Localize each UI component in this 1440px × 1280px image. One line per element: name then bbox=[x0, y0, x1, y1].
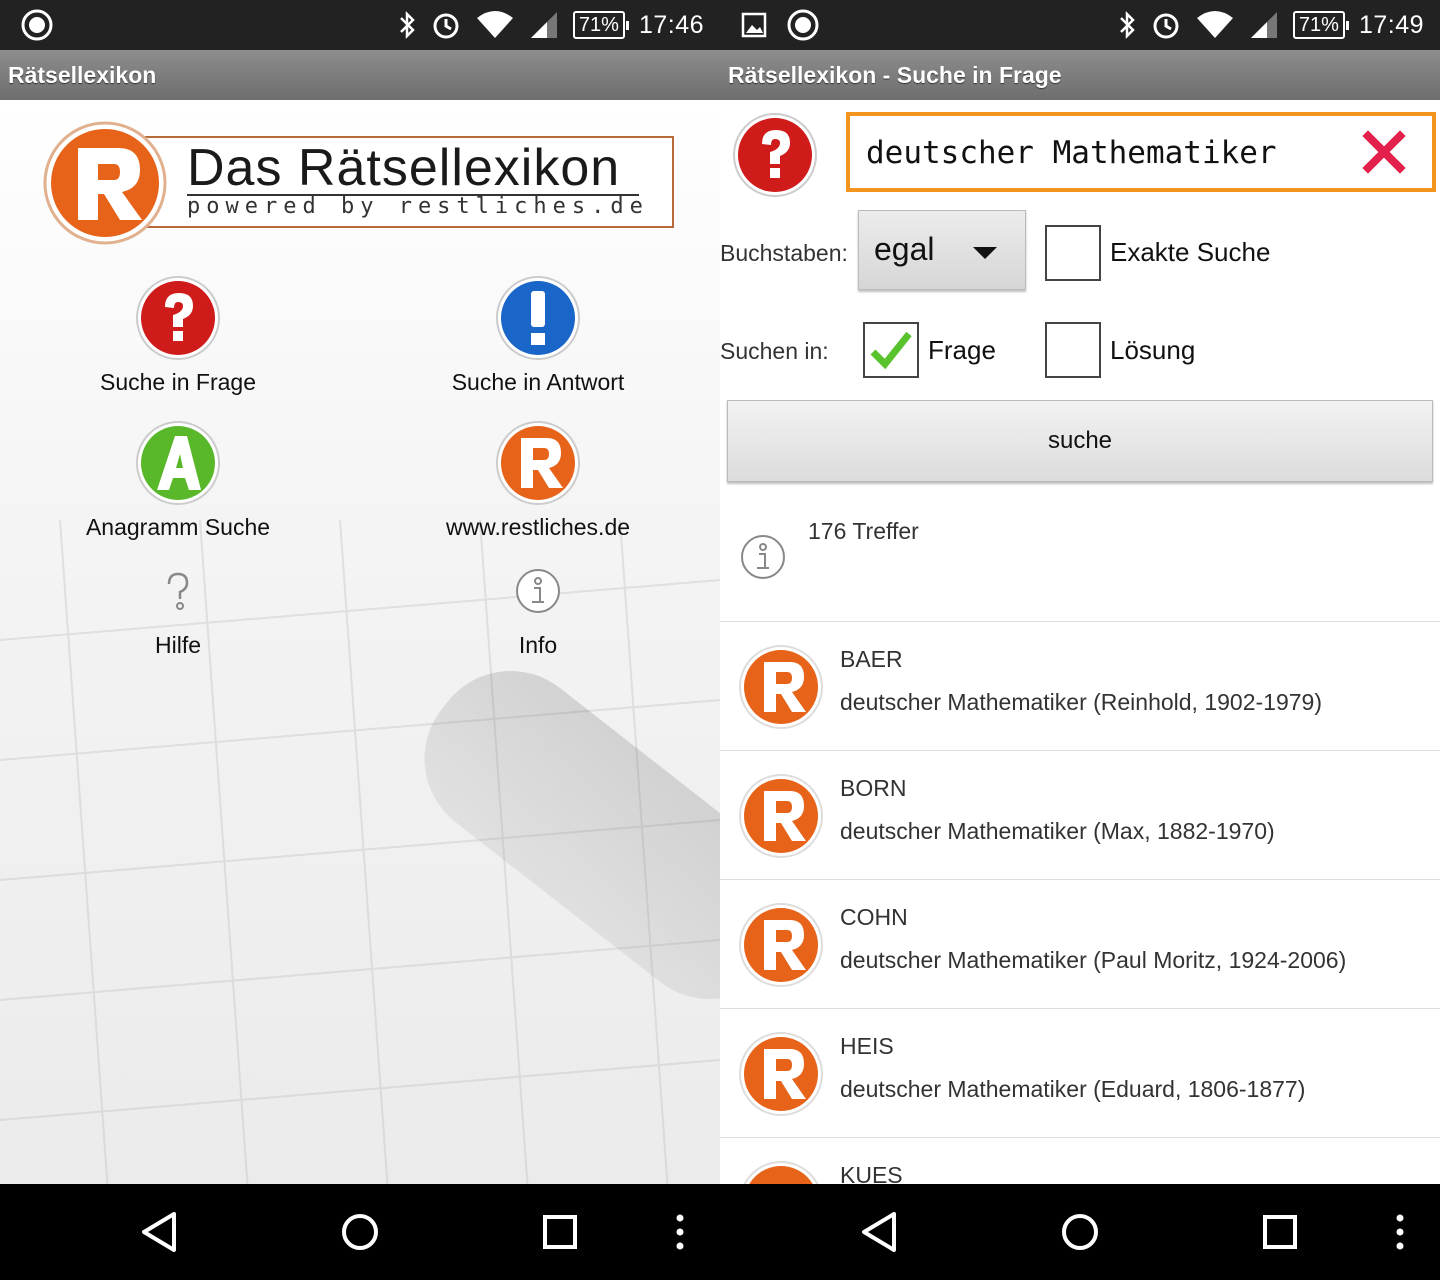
question-checkbox[interactable] bbox=[863, 322, 919, 378]
logo-subtitle: powered by restliches.de bbox=[187, 194, 649, 219]
overflow-menu-icon[interactable] bbox=[654, 1206, 706, 1258]
home-icon[interactable] bbox=[1054, 1206, 1106, 1258]
list-item[interactable]: HEIS deutscher Mathematiker (Eduard, 180… bbox=[720, 1009, 1440, 1138]
r-logo-icon bbox=[43, 121, 167, 245]
list-item[interactable]: BORN deutscher Mathematiker (Max, 1882-1… bbox=[720, 751, 1440, 880]
restliches-logo-icon bbox=[739, 645, 823, 729]
restliches-logo-icon bbox=[743, 1161, 819, 1184]
list-item[interactable]: BAER deutscher Mathematiker (Reinhold, 1… bbox=[720, 622, 1440, 751]
exact-search-label: Exakte Suche bbox=[1110, 237, 1271, 267]
letters-value: egal bbox=[874, 231, 935, 267]
back-icon[interactable] bbox=[854, 1206, 906, 1258]
hits-count: 176 Treffer bbox=[808, 518, 919, 544]
wifi-icon bbox=[1196, 11, 1233, 38]
search-field[interactable] bbox=[846, 112, 1436, 192]
chevron-down-icon bbox=[973, 247, 997, 259]
question-label: Frage bbox=[928, 335, 996, 365]
search-screen: 71% 17:49 Rätsellexikon - Suche in Frage… bbox=[720, 0, 1440, 1184]
result-word: BORN bbox=[840, 775, 907, 801]
question-red-icon bbox=[733, 113, 817, 197]
clock: 17:49 bbox=[1358, 10, 1424, 39]
menu-search-answer[interactable]: Suche in Antwort bbox=[388, 275, 688, 396]
result-word: KUES bbox=[840, 1162, 903, 1184]
back-icon[interactable] bbox=[134, 1206, 186, 1258]
result-description: deutscher Mathematiker (Paul Moritz, 192… bbox=[840, 947, 1347, 973]
menu-anagram[interactable]: Anagramm Suche bbox=[28, 420, 328, 541]
anagram-green-icon bbox=[136, 421, 220, 505]
result-word: BAER bbox=[840, 646, 903, 672]
app-title: Rätsellexikon bbox=[0, 50, 720, 100]
menu-search-question[interactable]: Suche in Frage bbox=[28, 275, 328, 396]
signal-icon bbox=[530, 12, 557, 38]
recents-icon[interactable] bbox=[534, 1206, 586, 1258]
navigation-bar bbox=[0, 1184, 1440, 1280]
clock: 17:46 bbox=[638, 10, 704, 39]
alarm-icon bbox=[433, 13, 459, 39]
question-red-icon bbox=[136, 276, 220, 360]
result-description: deutscher Mathematiker (Reinhold, 1902-1… bbox=[840, 689, 1322, 715]
checkmark-icon bbox=[870, 331, 912, 370]
menu-website[interactable]: www.restliches.de bbox=[388, 420, 688, 541]
letters-dropdown[interactable]: egal bbox=[858, 210, 1026, 290]
menu-label: Hilfe bbox=[154, 632, 201, 658]
overflow-menu-icon[interactable] bbox=[1374, 1206, 1426, 1258]
battery-indicator: 71% bbox=[572, 11, 629, 39]
exclamation-blue-icon bbox=[496, 276, 580, 360]
menu-label: Suche in Frage bbox=[100, 369, 256, 395]
result-word: HEIS bbox=[840, 1033, 894, 1059]
home-icon[interactable] bbox=[334, 1206, 386, 1258]
restliches-logo-icon bbox=[739, 1032, 823, 1116]
battery-indicator: 71% bbox=[1292, 11, 1349, 39]
bluetooth-icon bbox=[1120, 10, 1135, 40]
letters-label: Buchstaben: bbox=[720, 240, 848, 266]
exact-search-checkbox[interactable] bbox=[1045, 225, 1101, 281]
solution-label: Lösung bbox=[1110, 335, 1196, 365]
result-description: deutscher Mathematiker (Max, 1882-1970) bbox=[840, 818, 1275, 844]
image-icon bbox=[741, 12, 767, 38]
menu-label: Info bbox=[518, 632, 558, 658]
restliches-logo-icon bbox=[739, 774, 823, 858]
home-screen: 71% 17:46 Rätsellexikon Das Rätsellexiko… bbox=[0, 0, 720, 1184]
menu-help[interactable]: Hilfe bbox=[28, 568, 328, 659]
clear-icon[interactable] bbox=[1362, 130, 1406, 174]
result-word: COHN bbox=[840, 904, 908, 930]
status-bar: 71% 17:46 bbox=[0, 0, 720, 50]
help-icon bbox=[167, 572, 189, 610]
search-input[interactable] bbox=[866, 130, 1346, 176]
wifi-icon bbox=[476, 11, 513, 38]
search-button[interactable]: suche bbox=[727, 400, 1433, 482]
result-description: deutscher Mathematiker (Eduard, 1806-187… bbox=[840, 1076, 1306, 1102]
hits-info: 176 Treffer bbox=[720, 500, 1440, 622]
menu-label: www.restliches.de bbox=[445, 514, 631, 540]
menu-label: Anagramm Suche bbox=[85, 514, 271, 540]
app-logo: Das Rätsellexikon powered by restliches.… bbox=[42, 120, 676, 248]
solution-checkbox[interactable] bbox=[1045, 322, 1101, 378]
recents-icon[interactable] bbox=[1254, 1206, 1306, 1258]
logo-title: Das Rätsellexikon bbox=[187, 139, 621, 197]
info-icon bbox=[516, 569, 560, 613]
restliches-logo-icon bbox=[739, 903, 823, 987]
menu-info[interactable]: Info bbox=[388, 568, 688, 659]
list-item[interactable]: KUES bbox=[720, 1138, 1440, 1184]
restliches-logo-icon bbox=[496, 421, 580, 505]
list-item[interactable]: COHN deutscher Mathematiker (Paul Moritz… bbox=[720, 880, 1440, 1009]
info-icon bbox=[741, 535, 785, 579]
bluetooth-icon bbox=[400, 10, 415, 40]
alarm-icon bbox=[1153, 13, 1179, 39]
sync-icon bbox=[787, 9, 819, 41]
menu-label: Suche in Antwort bbox=[451, 369, 625, 395]
search-in-label: Suchen in: bbox=[720, 338, 829, 364]
app-title: Rätsellexikon - Suche in Frage bbox=[720, 50, 1440, 100]
sync-icon bbox=[21, 9, 53, 41]
status-bar: 71% 17:49 bbox=[720, 0, 1440, 50]
signal-icon bbox=[1250, 12, 1277, 38]
search-form: Buchstaben: egal Exakte Suche Suchen in:… bbox=[720, 100, 1440, 1184]
